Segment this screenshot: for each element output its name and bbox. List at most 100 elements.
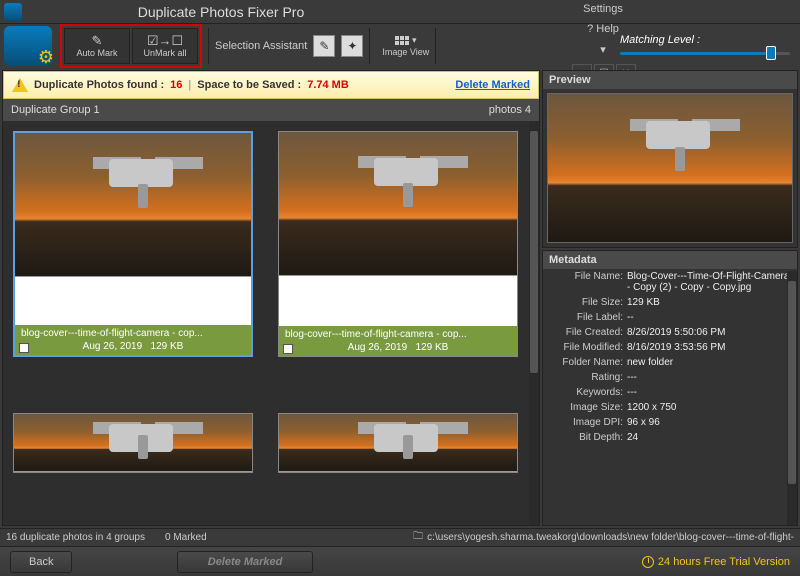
back-button[interactable]: Back bbox=[10, 551, 72, 573]
thumbnail-card[interactable] bbox=[278, 413, 518, 473]
selection-tool-1-button[interactable]: ✎ bbox=[313, 35, 335, 57]
preview-image bbox=[547, 93, 793, 243]
wand-icon: ✎ bbox=[92, 34, 103, 47]
app-title: Duplicate Photos Fixer Pro bbox=[30, 4, 412, 20]
separator bbox=[208, 28, 209, 64]
help-dropdown-icon[interactable]: ▾ bbox=[600, 43, 606, 56]
metadata-row: Keywords:--- bbox=[543, 385, 797, 400]
vertical-scrollbar[interactable] bbox=[787, 271, 797, 525]
metadata-header: Metadata bbox=[543, 251, 797, 269]
metadata-key: File Name: bbox=[547, 271, 627, 293]
app-logo-icon bbox=[4, 26, 52, 66]
folder-icon: 🗀 bbox=[413, 529, 423, 546]
selection-assistant-label: Selection Assistant bbox=[215, 40, 307, 52]
dup-count: 16 bbox=[170, 79, 182, 91]
thumbnail-filename: blog-cover---time-of-flight-camera - cop… bbox=[285, 329, 511, 340]
auto-mark-button[interactable]: ✎ Auto Mark bbox=[64, 28, 130, 64]
group-count: photos 4 bbox=[489, 104, 531, 116]
thumbnail-grid: blog-cover---time-of-flight-camera - cop… bbox=[3, 121, 539, 525]
trial-label: 24 hours Free Trial Version bbox=[658, 556, 790, 568]
thumbnail-caption: blog-cover---time-of-flight-camera - cop… bbox=[279, 326, 517, 356]
preview-panel: Preview bbox=[542, 70, 798, 248]
image-view-label: Image View bbox=[382, 47, 429, 57]
footer-bar: Back Delete Marked 24 hours Free Trial V… bbox=[0, 546, 800, 576]
metadata-value: --- bbox=[627, 372, 793, 383]
status-summary: 16 duplicate photos in 4 groups bbox=[6, 532, 145, 543]
metadata-key: Image Size: bbox=[547, 402, 627, 413]
highlight-box: ✎ Auto Mark ☑→☐ UnMark all bbox=[60, 24, 202, 68]
metadata-key: Rating: bbox=[547, 372, 627, 383]
thumbnail-card[interactable]: blog-cover---time-of-flight-camera - cop… bbox=[13, 131, 253, 357]
metadata-key: File Size: bbox=[547, 297, 627, 308]
matching-level-control: Matching Level : bbox=[620, 34, 790, 58]
thumbnail-card[interactable]: blog-cover---time-of-flight-camera - cop… bbox=[278, 131, 518, 357]
dup-found-label: Duplicate Photos found : bbox=[34, 79, 164, 91]
metadata-key: File Created: bbox=[547, 327, 627, 338]
delete-marked-button[interactable]: Delete Marked bbox=[177, 551, 314, 573]
metadata-row: File Label:-- bbox=[543, 310, 797, 325]
metadata-value: 96 x 96 bbox=[627, 417, 793, 428]
results-pane: Duplicate Photos found : 16 | Space to b… bbox=[2, 70, 540, 526]
delete-marked-link[interactable]: Delete Marked bbox=[455, 79, 530, 91]
metadata-row: File Created:8/26/2019 5:50:06 PM bbox=[543, 325, 797, 340]
metadata-row: File Size:129 KB bbox=[543, 295, 797, 310]
matching-level-label: Matching Level : bbox=[620, 34, 790, 46]
settings-link[interactable]: Settings bbox=[583, 3, 623, 15]
metadata-row: Folder Name:new folder bbox=[543, 355, 797, 370]
unmark-icon: ☑→☐ bbox=[147, 34, 183, 47]
thumbnail-image bbox=[279, 132, 517, 276]
trial-notice: 24 hours Free Trial Version bbox=[642, 556, 790, 568]
clock-icon bbox=[642, 556, 654, 568]
metadata-value: 24 bbox=[627, 432, 793, 443]
warning-icon bbox=[12, 78, 28, 92]
metadata-key: File Modified: bbox=[547, 342, 627, 353]
group-name: Duplicate Group 1 bbox=[11, 104, 489, 116]
selection-tool-2-button[interactable]: ✦ bbox=[341, 35, 363, 57]
preview-header: Preview bbox=[543, 71, 797, 89]
metadata-row: File Modified:8/16/2019 3:53:56 PM bbox=[543, 340, 797, 355]
thumbnail-image bbox=[15, 133, 251, 277]
unmark-all-button[interactable]: ☑→☐ UnMark all bbox=[132, 28, 198, 64]
metadata-value: 129 KB bbox=[627, 297, 793, 308]
thumbnail-checkbox[interactable] bbox=[19, 343, 29, 353]
thumbnail-caption: blog-cover---time-of-flight-camera - cop… bbox=[15, 325, 251, 355]
chevron-down-icon: ▾ bbox=[412, 35, 417, 46]
metadata-row: Image DPI:96 x 96 bbox=[543, 415, 797, 430]
selection-assistant-group: Selection Assistant ✎ ✦ bbox=[215, 35, 363, 57]
app-icon bbox=[4, 3, 22, 21]
status-marked: 0 Marked bbox=[165, 532, 207, 543]
metadata-value: 8/16/2019 3:53:56 PM bbox=[627, 342, 793, 353]
separator bbox=[435, 28, 436, 64]
matching-level-slider[interactable] bbox=[620, 48, 790, 58]
info-bar: Duplicate Photos found : 16 | Space to b… bbox=[3, 71, 539, 99]
titlebar: Duplicate Photos Fixer Pro ▾ ✿ Settings … bbox=[0, 0, 800, 24]
side-pane: Preview Metadata File Name:Blog-Cover---… bbox=[542, 70, 798, 526]
group-header[interactable]: Duplicate Group 1 photos 4 bbox=[3, 99, 539, 121]
help-link[interactable]: ? Help bbox=[587, 23, 619, 35]
vertical-scrollbar[interactable] bbox=[529, 121, 539, 525]
metadata-value: new folder bbox=[627, 357, 793, 368]
thumbnail-image bbox=[14, 414, 252, 472]
metadata-key: Keywords: bbox=[547, 387, 627, 398]
thumbnail-checkbox[interactable] bbox=[283, 344, 293, 354]
status-bar: 16 duplicate photos in 4 groups 0 Marked… bbox=[0, 528, 800, 546]
status-path: c:\users\yogesh.sharma.tweakorg\download… bbox=[427, 532, 794, 543]
metadata-row: File Name:Blog-Cover---Time-Of-Flight-Ca… bbox=[543, 269, 797, 295]
metadata-value: --- bbox=[627, 387, 793, 398]
main-area: Duplicate Photos found : 16 | Space to b… bbox=[0, 68, 800, 528]
metadata-value: 8/26/2019 5:50:06 PM bbox=[627, 327, 793, 338]
metadata-key: Folder Name: bbox=[547, 357, 627, 368]
image-view-button[interactable]: ▾ Image View bbox=[382, 35, 429, 57]
space-label: Space to be Saved : bbox=[197, 79, 301, 91]
thumbnail-card[interactable] bbox=[13, 413, 253, 473]
thumbnail-filename: blog-cover---time-of-flight-camera - cop… bbox=[21, 328, 245, 339]
metadata-key: File Label: bbox=[547, 312, 627, 323]
separator bbox=[369, 28, 370, 64]
metadata-value: 1200 x 750 bbox=[627, 402, 793, 413]
thumbnail-image bbox=[279, 414, 517, 472]
metadata-row: Rating:--- bbox=[543, 370, 797, 385]
auto-mark-label: Auto Mark bbox=[76, 48, 117, 58]
metadata-panel: Metadata File Name:Blog-Cover---Time-Of-… bbox=[542, 250, 798, 526]
metadata-row: Bit Depth:24 bbox=[543, 430, 797, 445]
metadata-value: Blog-Cover---Time-Of-Flight-Camera - Cop… bbox=[627, 271, 793, 293]
